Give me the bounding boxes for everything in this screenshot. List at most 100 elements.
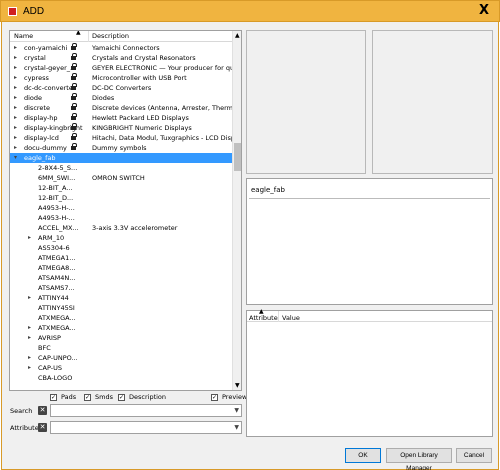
- tree-row[interactable]: ATMEGA1...: [10, 253, 232, 263]
- tree-row[interactable]: ▸ CAP-US: [10, 363, 232, 373]
- tree-row[interactable]: ▸ con-yamaichi Yamaichi Connectors: [10, 43, 232, 53]
- tree-row[interactable]: ▸ display-kingbright KINGBRIGHT Numeric Di…: [10, 123, 232, 133]
- tree-row[interactable]: ▸ cypress Microcontroller with USB Port: [10, 73, 232, 83]
- tree-row[interactable]: ATSAMS7...: [10, 283, 232, 293]
- tree-row[interactable]: ▸ display-lcd Hitachi, Data Modul, Tuxgrap…: [10, 133, 241, 143]
- tree-row[interactable]: ▸ discrete Discrete devices (Antenna, Arre…: [10, 103, 241, 113]
- tree-row[interactable]: ATTINY45SI: [10, 303, 232, 313]
- tree-row[interactable]: ▸ display-hp Hewlett Packard LED Displays: [10, 113, 232, 123]
- tree-row-name: 6MM_SWI...: [38, 174, 76, 182]
- tree-row[interactable]: ▸ crystal Crystals and Crystal Resonators: [10, 53, 232, 63]
- search-clear-icon[interactable]: ✕: [38, 406, 47, 415]
- tree-row-name: diode: [24, 94, 43, 102]
- expand-right-icon[interactable]: ▸: [28, 293, 31, 303]
- expand-right-icon[interactable]: ▸: [14, 103, 17, 113]
- tree-row[interactable]: ATMEGA8...: [10, 263, 232, 273]
- column-separator[interactable]: [278, 311, 279, 322]
- symbol-preview: [246, 30, 366, 174]
- tree-row[interactable]: 12-BIT_A...: [10, 183, 232, 193]
- scroll-down-icon[interactable]: ▼: [235, 382, 240, 389]
- expand-right-icon[interactable]: ▸: [14, 43, 17, 53]
- tree-row-name: ACCEL_MX...: [38, 224, 79, 232]
- tree-row[interactable]: ▸ dc-dc-converter DC-DC Converters: [10, 83, 232, 93]
- tree-row[interactable]: ▸ docu-dummy Dummy symbols: [10, 143, 232, 153]
- tree-row-name: ATXMEGA...: [38, 324, 76, 332]
- scroll-up-icon[interactable]: ▲: [235, 32, 240, 39]
- tree-row[interactable]: 2-8X4-5_S...: [10, 163, 232, 173]
- tree-row-name: ATSAMS7...: [38, 284, 75, 292]
- tree-row[interactable]: ATXMEGA...: [10, 313, 232, 323]
- expand-right-icon[interactable]: ▸: [28, 323, 31, 333]
- tree-row[interactable]: ▸ crystal-geyer_... GEYER ELECTRONIC — You…: [10, 63, 241, 73]
- tree-row[interactable]: CBA-LOGO: [10, 373, 232, 383]
- tree-row-name: ATMEGA1...: [38, 254, 76, 262]
- lock-icon: [71, 43, 77, 50]
- tree-row-description: Microcontroller with USB Port: [92, 74, 187, 82]
- expand-right-icon[interactable]: ▸: [14, 93, 17, 103]
- column-header-value[interactable]: Value: [282, 314, 300, 322]
- expand-right-icon[interactable]: ▸: [28, 233, 31, 243]
- tree-row[interactable]: ▸ ATXMEGA...: [10, 323, 232, 333]
- tree-row[interactable]: 12-BIT_D...: [10, 193, 232, 203]
- pads-checkbox[interactable]: ✓: [50, 394, 57, 401]
- tree-row[interactable]: ▸ ARM_10: [10, 233, 232, 243]
- dialog-body: Name ▲ Description ▸ con-yamaichi Yamaichi…: [1, 22, 499, 470]
- description-panel: eagle_fab: [246, 178, 493, 305]
- tree-row-description: GEYER ELECTRONIC — Your producer for qua…: [92, 64, 242, 72]
- tree-row[interactable]: ▸ CAP-UNPO...: [10, 353, 232, 363]
- expand-right-icon[interactable]: ▸: [14, 83, 17, 93]
- tree-row-name: discrete: [24, 104, 50, 112]
- expand-right-icon[interactable]: ▸: [28, 353, 31, 363]
- tree-row[interactable]: A4953-H-...: [10, 213, 232, 223]
- tree-row-description: DC-DC Converters: [92, 84, 152, 92]
- attributes-input[interactable]: ▼: [50, 421, 242, 434]
- lock-icon: [71, 133, 77, 140]
- tree-row[interactable]: ▸ ATTINY44: [10, 293, 232, 303]
- expand-right-icon[interactable]: ▸: [14, 53, 17, 63]
- expand-right-icon[interactable]: ▸: [14, 113, 17, 123]
- lock-icon: [71, 73, 77, 80]
- tree-row-name: docu-dummy: [24, 144, 67, 152]
- tree-row[interactable]: BFC: [10, 343, 232, 353]
- tree-row[interactable]: ATSAM4N...: [10, 273, 232, 283]
- expand-right-icon[interactable]: ▸: [14, 123, 17, 133]
- tree-row[interactable]: ▸ AVRISP: [10, 333, 232, 343]
- tree-row[interactable]: 6MM_SWI... OMRON SWITCH: [10, 173, 232, 183]
- pads-label: Pads: [61, 393, 77, 401]
- tree-row-name: con-yamaichi: [24, 44, 68, 52]
- tree-row-name: display-hp: [24, 114, 58, 122]
- tree-row[interactable]: A4953-H-...: [10, 203, 232, 213]
- search-input[interactable]: ▼: [50, 404, 242, 417]
- preview-checkbox[interactable]: ✓: [211, 394, 218, 401]
- tree-row-description: Dummy symbols: [92, 144, 147, 152]
- chevron-down-icon[interactable]: ▼: [234, 407, 239, 414]
- column-header-attribute[interactable]: Attribute: [249, 314, 278, 322]
- scroll-thumb[interactable]: [234, 143, 241, 171]
- expand-right-icon[interactable]: ▸: [28, 333, 31, 343]
- ok-button[interactable]: OK: [345, 448, 381, 463]
- vertical-scrollbar[interactable]: ▲ ▼: [232, 31, 241, 390]
- chevron-down-icon[interactable]: ▼: [234, 424, 239, 431]
- close-button[interactable]: X: [479, 4, 489, 18]
- open-library-manager-button[interactable]: Open Library Manager: [386, 448, 452, 470]
- expand-right-icon[interactable]: ▸: [28, 363, 31, 373]
- column-separator[interactable]: [88, 31, 89, 42]
- tree-row[interactable]: AS5304-6: [10, 243, 232, 253]
- cancel-button[interactable]: Cancel: [456, 448, 492, 463]
- tree-row-name: crystal-geyer_...: [24, 64, 77, 72]
- expand-right-icon[interactable]: ▸: [14, 73, 17, 83]
- library-tree[interactable]: Name ▲ Description ▸ con-yamaichi Yamaichi…: [9, 30, 242, 391]
- expand-right-icon[interactable]: ▸: [14, 143, 17, 153]
- expand-right-icon[interactable]: ▸: [14, 133, 17, 143]
- tree-row-name: BFC: [38, 344, 51, 352]
- tree-row[interactable]: ACCEL_MX... 3-axis 3.3V accelerometer: [10, 223, 232, 233]
- description-checkbox[interactable]: ✓: [118, 394, 125, 401]
- column-header-description[interactable]: Description: [92, 32, 129, 40]
- tree-row[interactable]: ▾ eagle_fab: [10, 153, 232, 163]
- expand-right-icon[interactable]: ▸: [14, 63, 17, 73]
- column-header-name[interactable]: Name: [14, 32, 33, 40]
- attributes-clear-icon[interactable]: ✕: [38, 423, 47, 432]
- expand-down-icon[interactable]: ▾: [14, 153, 17, 163]
- smds-checkbox[interactable]: ✓: [84, 394, 91, 401]
- tree-row[interactable]: ▸ diode Diodes: [10, 93, 232, 103]
